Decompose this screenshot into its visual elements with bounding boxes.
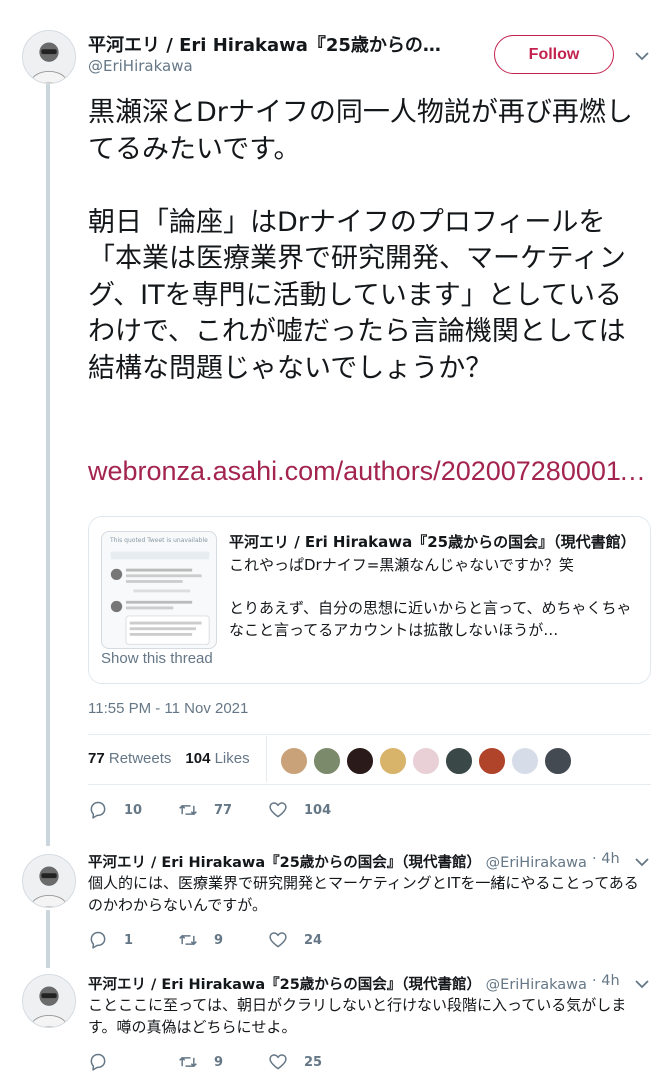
liker-avatars[interactable] (279, 746, 573, 776)
reply-text: 個人的には、医療業界で研究開発とマーケティングとITを一緒にやることってあるのか… (88, 874, 639, 914)
liker-avatar[interactable] (543, 746, 573, 776)
show-thread-link[interactable]: Show this thread (101, 650, 213, 667)
liker-avatar[interactable] (411, 746, 441, 776)
reply-button[interactable]: 10 (88, 800, 178, 820)
likes-stat[interactable]: 104 Likes (185, 750, 249, 767)
chevron-down-icon[interactable] (635, 855, 649, 869)
quoted-author-name: 平河エリ / Eri Hirakawa『25歳からの国会』（現代書館） (229, 533, 636, 551)
chevron-down-icon[interactable] (635, 49, 649, 63)
author-handle[interactable]: @EriHirakawa (88, 57, 193, 75)
divider (266, 736, 267, 782)
avatar[interactable] (22, 30, 76, 84)
reply-button[interactable] (88, 1052, 178, 1072)
divider (88, 784, 651, 785)
retweet-button[interactable]: 9 (178, 930, 268, 950)
heart-icon (269, 1054, 287, 1070)
reply-author[interactable]: 平河エリ / Eri Hirakawa『25歳からの国会』（現代書館） @Eri… (88, 851, 598, 872)
retweet-button[interactable]: 9 (178, 1052, 268, 1072)
liker-avatar[interactable] (345, 746, 375, 776)
retweet-icon (179, 935, 197, 945)
author-name[interactable]: 平河エリ / Eri Hirakawa『25歳からの国会』（現代書館） (88, 31, 458, 57)
like-button[interactable]: 104 (268, 800, 358, 820)
liker-avatar[interactable] (444, 746, 474, 776)
tweet-stats: 77 Retweets 104 Likes (88, 750, 250, 767)
quoted-tweet-text: これやっぱDrナイフ=黒瀬なんじゃないですか？笑 とりあえず、自分の思想に近いか… (229, 556, 632, 639)
tweet-timestamp[interactable]: 11:55 PM - 11 Nov 2021 (88, 700, 248, 717)
retweet-icon (179, 1057, 197, 1067)
reply-button[interactable]: 1 (88, 930, 178, 950)
heart-icon (269, 932, 287, 948)
thread-line (46, 910, 50, 968)
reply-icon (90, 931, 106, 949)
tweet-text: 黒瀬深とDrナイフの同一人物説が再び再燃してるみたいです。 朝日「論座」はDrナ… (88, 97, 633, 384)
like-button[interactable]: 24 (268, 930, 358, 950)
retweet-icon (179, 805, 197, 815)
reply-author[interactable]: 平河エリ / Eri Hirakawa『25歳からの国会』（現代書館） @Eri… (88, 973, 598, 994)
chevron-down-icon[interactable] (635, 977, 649, 991)
quoted-tweet-thumbnail: This quoted Tweet is unavailable (101, 531, 217, 649)
liker-avatar[interactable] (510, 746, 540, 776)
reply-actions: 9 25 (88, 1052, 358, 1072)
heart-icon (269, 802, 287, 818)
like-button[interactable]: 25 (268, 1052, 358, 1072)
reply-icon (90, 1053, 106, 1071)
reply-actions: 1 9 24 (88, 930, 358, 950)
avatar[interactable] (22, 854, 76, 908)
tweet-link[interactable]: webronza.asahi.com/authors/2020072800011… (88, 456, 648, 487)
thread-line (46, 84, 50, 846)
liker-avatar[interactable] (477, 746, 507, 776)
retweet-button[interactable]: 77 (178, 800, 268, 820)
liker-avatar[interactable] (279, 746, 309, 776)
reply-icon (90, 801, 106, 819)
thumbnail-header: This quoted Tweet is unavailable (110, 537, 208, 544)
retweets-stat[interactable]: 77 Retweets (88, 750, 171, 767)
reply-text: ことここに至っては、朝日がクラリしないと行けない段階に入っている気がします。噂の… (88, 996, 627, 1036)
tweet-actions: 10 77 104 (88, 800, 358, 820)
reply-time[interactable]: · 4h (592, 973, 620, 989)
reply-time[interactable]: · 4h (592, 851, 620, 867)
avatar[interactable] (22, 974, 76, 1028)
divider (88, 734, 651, 735)
quoted-tweet-card[interactable]: This quoted Tweet is unavailable 平河エリ / … (88, 516, 651, 684)
liker-avatar[interactable] (378, 746, 408, 776)
follow-button[interactable]: Follow (494, 35, 614, 74)
liker-avatar[interactable] (312, 746, 342, 776)
